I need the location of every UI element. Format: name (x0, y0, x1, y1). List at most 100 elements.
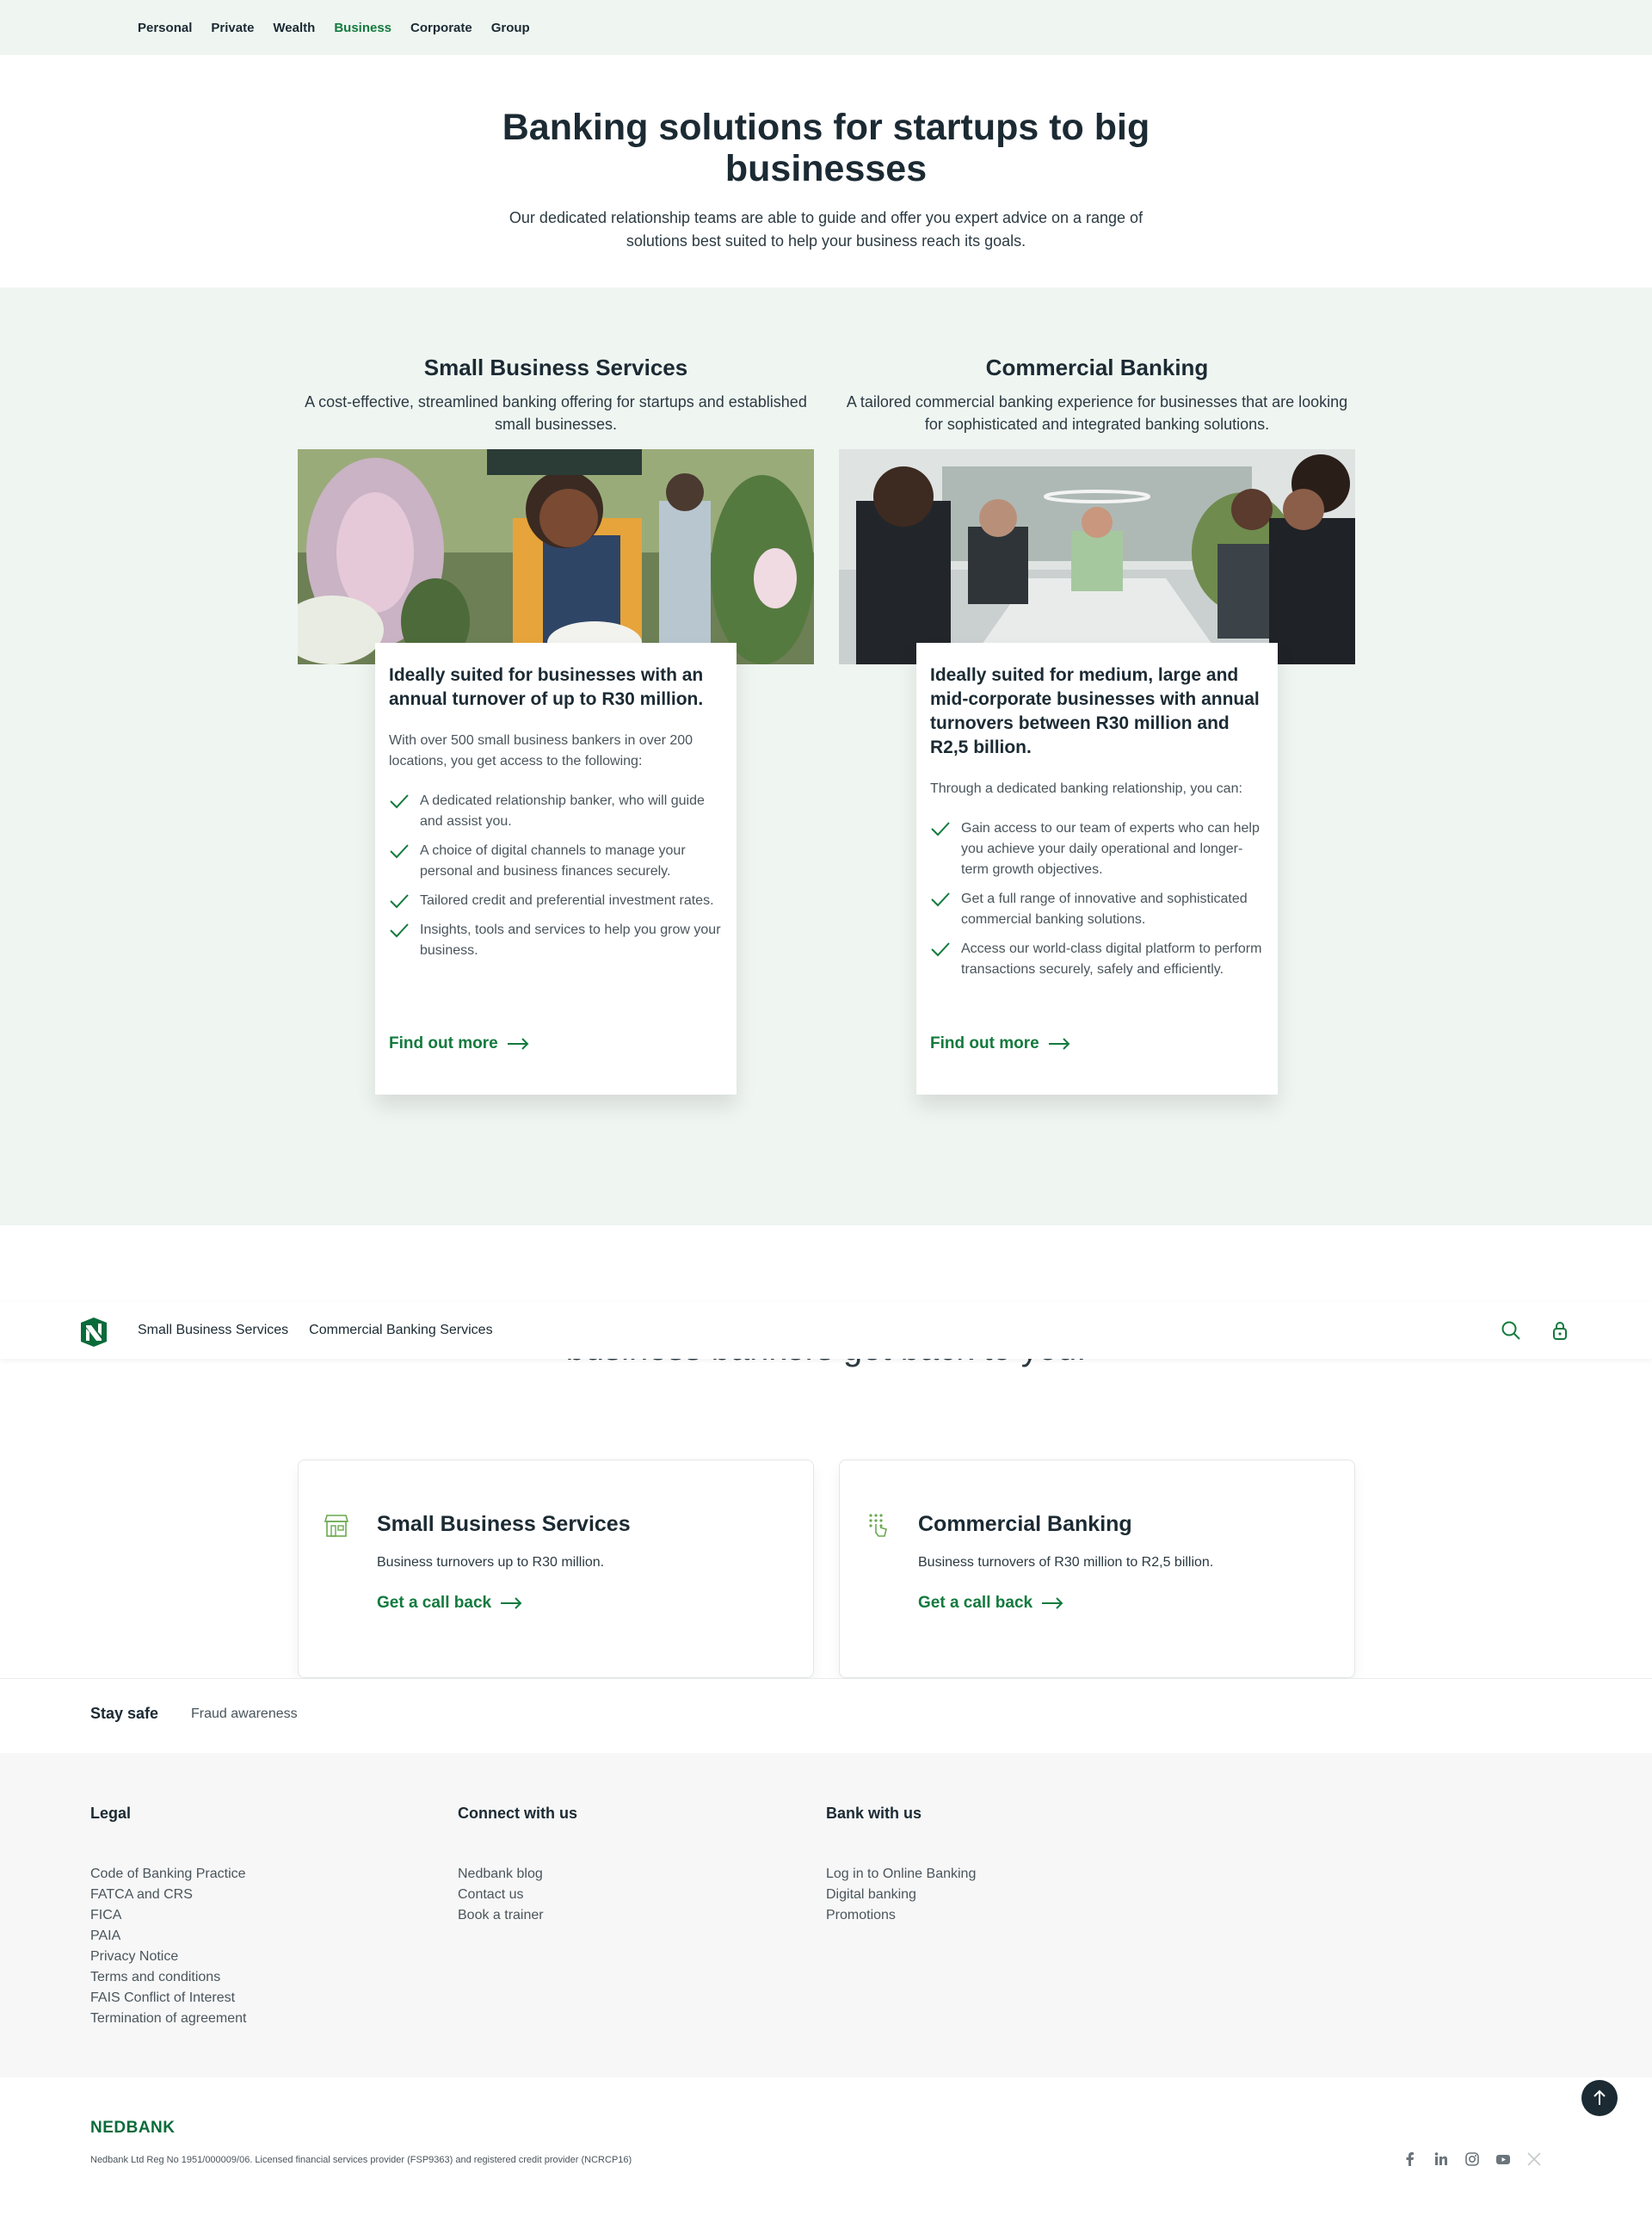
get-a-call-back-link[interactable]: Get a call back (377, 1594, 522, 1613)
footer-column-title: Connect with us (458, 1805, 577, 1822)
benefit-text: A dedicated relationship banker, who wil… (420, 793, 705, 829)
back-to-top-button[interactable] (1581, 2080, 1618, 2116)
arrow-right-icon (1048, 1038, 1070, 1050)
nav-business[interactable]: Business (334, 21, 391, 35)
stay-safe-title: Stay safe (90, 1705, 159, 1722)
arrow-right-icon (501, 1597, 522, 1609)
nedbank-logo[interactable] (79, 1318, 108, 1347)
boardroom-illustration (839, 449, 1355, 664)
top-navigation: Personal Private Wealth Business Corpora… (0, 0, 1652, 55)
youtube-icon[interactable] (1495, 2151, 1511, 2167)
offering-subtitle-commercial: A tailored commercial banking experience… (846, 393, 1348, 433)
cta-label: Get a call back (377, 1594, 492, 1612)
business-subnav: Small Business Services Commercial Banki… (0, 1302, 1652, 1359)
subnav-commercial-banking[interactable]: Commercial Banking Services (309, 1323, 492, 1338)
footer-link[interactable]: FAIS Conflict of Interest (90, 1988, 246, 2009)
fraud-awareness-link[interactable]: Fraud awareness (191, 1706, 298, 1722)
benefit-text: Insights, tools and services to help you… (420, 923, 721, 958)
x-icon[interactable] (1526, 2151, 1542, 2167)
offering-card-small-business: Ideally suited for businesses with an an… (375, 643, 737, 1095)
benefit-text: A choice of digital channels to manage y… (420, 843, 686, 879)
offerings-section: Small Business Services A cost-effective… (0, 287, 1652, 1225)
check-icon (931, 892, 950, 907)
list-item: Gain access to our team of experts who c… (930, 818, 1264, 880)
footer-link[interactable]: Promotions (826, 1905, 976, 1926)
nav-group[interactable]: Group (491, 21, 530, 35)
check-icon (390, 844, 409, 859)
nedbank-wordmark[interactable]: NEDBANK (90, 2119, 176, 2138)
check-icon (390, 894, 409, 909)
cta-label: Get a call back (918, 1594, 1033, 1612)
touch-keypad-icon (869, 1514, 887, 1537)
callback-card-title: Small Business Services (377, 1512, 631, 1536)
florist-illustration (298, 449, 814, 664)
footer-link[interactable]: Code of Banking Practice (90, 1864, 246, 1885)
nav-corporate[interactable]: Corporate (410, 21, 472, 35)
page-title: Banking solutions for startups to big bu… (502, 107, 1150, 189)
nav-private[interactable]: Private (211, 21, 254, 35)
cta-label: Find out more (930, 1034, 1039, 1052)
footer-column-title: Legal (90, 1805, 132, 1822)
find-out-more-link-commercial[interactable]: Find out more (930, 1034, 1070, 1053)
card-intro: Through a dedicated banking relationship… (930, 781, 1242, 796)
footer-column-legal: Legal Code of Banking Practice FATCA and… (90, 1805, 246, 2029)
footer-link[interactable]: Digital banking (826, 1885, 976, 1905)
footer-link[interactable]: Nedbank blog (458, 1864, 577, 1885)
subnav-small-business[interactable]: Small Business Services (138, 1323, 288, 1338)
get-a-call-back-link[interactable]: Get a call back (918, 1594, 1063, 1613)
callback-card-title: Commercial Banking (918, 1512, 1132, 1536)
cta-label: Find out more (389, 1034, 498, 1052)
benefit-text: Gain access to our team of experts who c… (961, 821, 1260, 877)
footer-link[interactable]: Privacy Notice (90, 1947, 246, 1967)
footer-link[interactable]: Log in to Online Banking (826, 1864, 976, 1885)
stay-safe-bar: Stay safe Fraud awareness (0, 1678, 1652, 1753)
arrow-up-icon (1593, 2089, 1606, 2105)
list-item: Get a full range of innovative and sophi… (930, 889, 1264, 930)
nav-personal[interactable]: Personal (138, 21, 192, 35)
footer-link[interactable]: Terms and conditions (90, 1967, 246, 1988)
offering-title-commercial: Commercial Banking (985, 355, 1209, 380)
list-item: Tailored credit and preferential investm… (389, 891, 723, 911)
list-item: Insights, tools and services to help you… (389, 920, 723, 961)
hero-section: Banking solutions for startups to big bu… (0, 55, 1652, 287)
store-icon (324, 1515, 348, 1537)
footer-link[interactable]: PAIA (90, 1926, 246, 1947)
callback-card-desc: Business turnovers of R30 million to R2,… (918, 1555, 1214, 1570)
social-links (1402, 2151, 1542, 2167)
footer-bottom: NEDBANK Nedbank Ltd Reg No 1951/000009/0… (0, 2077, 1652, 2234)
linkedin-icon[interactable] (1433, 2151, 1449, 2167)
facebook-icon[interactable] (1402, 2151, 1418, 2167)
offering-card-commercial: Ideally suited for medium, large and mid… (916, 643, 1278, 1095)
footer-column-bank: Bank with us Log in to Online Banking Di… (826, 1805, 976, 1926)
footer-link[interactable]: Book a trainer (458, 1905, 577, 1926)
footer-link[interactable]: FICA (90, 1905, 246, 1926)
footer-link[interactable]: Contact us (458, 1885, 577, 1905)
benefit-list: A dedicated relationship banker, who wil… (389, 791, 723, 961)
callback-card-desc: Business turnovers up to R30 million. (377, 1555, 605, 1570)
subnav-links: Small Business Services Commercial Banki… (138, 1302, 493, 1359)
list-item: A choice of digital channels to manage y… (389, 841, 723, 882)
list-item: Access our world-class digital platform … (930, 939, 1264, 980)
arrow-right-icon (507, 1038, 529, 1050)
lock-icon[interactable] (1549, 1319, 1571, 1342)
segment-menu: Personal Private Wealth Business Corpora… (138, 0, 530, 55)
card-heading: Ideally suited for businesses with an an… (389, 665, 704, 709)
check-icon (390, 923, 409, 938)
instagram-icon[interactable] (1464, 2151, 1480, 2167)
check-icon (390, 794, 409, 809)
footer-link[interactable]: Termination of agreement (90, 2009, 246, 2029)
search-icon[interactable] (1500, 1319, 1522, 1342)
find-out-more-link-small-business[interactable]: Find out more (389, 1034, 529, 1053)
check-icon (931, 942, 950, 957)
benefit-list: Gain access to our team of experts who c… (930, 818, 1264, 980)
benefit-text: Tailored credit and preferential investm… (420, 893, 714, 908)
card-intro: With over 500 small business bankers in … (389, 733, 693, 768)
nav-wealth[interactable]: Wealth (273, 21, 315, 35)
footer-link[interactable]: FATCA and CRS (90, 1885, 246, 1905)
callback-card-small-business: Small Business Services Business turnove… (298, 1460, 814, 1678)
legal-notice: Nedbank Ltd Reg No 1951/000009/06. Licen… (90, 2155, 632, 2165)
list-item: A dedicated relationship banker, who wil… (389, 791, 723, 832)
footer-column-connect: Connect with us Nedbank blog Contact us … (458, 1805, 577, 1926)
offering-subtitle-small-business: A cost-effective, streamlined banking of… (305, 393, 807, 433)
benefit-text: Get a full range of innovative and sophi… (961, 892, 1248, 927)
